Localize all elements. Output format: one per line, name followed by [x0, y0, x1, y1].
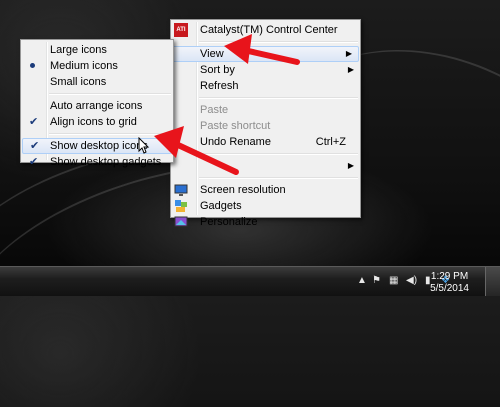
menu-separator [199, 97, 358, 99]
submenu-arrow-icon: ▶ [347, 65, 354, 74]
menu-item-auto-arrange-icons[interactable]: Auto arrange icons [21, 98, 173, 114]
submenu-arrow-icon: ▶ [347, 161, 354, 170]
menu-item-label: Align icons to grid [50, 116, 137, 128]
menu-item-label: Paste [200, 104, 229, 116]
menu-item-shortcut: Ctrl+Z [315, 136, 346, 148]
menu-item-label: Show desktop gadgets [50, 156, 162, 168]
menu-item-label: Medium icons [50, 60, 118, 72]
menu-item-small-icons[interactable]: Small icons [21, 74, 173, 90]
menu-item-gadgets[interactable]: Gadgets [171, 198, 360, 214]
show-hidden-icons-icon[interactable]: ▲ [357, 276, 367, 286]
menu-item-label: Screen resolution [200, 184, 286, 196]
view-submenu: Large icons Medium icons Small icons Aut… [20, 39, 174, 168]
menu-item-refresh[interactable]: Refresh [171, 78, 360, 94]
menu-item-show-desktop-gadgets[interactable]: ✔ Show desktop gadgets [21, 154, 173, 170]
ati-icon: ATI [174, 23, 188, 37]
radio-selected-icon [30, 63, 35, 68]
red-arrow-annotation [224, 34, 300, 65]
personalize-icon [174, 215, 188, 229]
menu-item-label: Show desktop icons [50, 140, 148, 152]
menu-separator [49, 93, 171, 95]
taskbar: ▲ ⚑ ▦ ◀) ▮ ❖ 1:29 PM 5/5/2014 [0, 266, 500, 296]
menu-item-large-icons[interactable]: Large icons [21, 42, 173, 58]
menu-item-label: View [200, 48, 224, 60]
menu-item-label: Personalize [200, 216, 258, 228]
checkmark-icon: ✔ [30, 140, 40, 152]
menu-item-paste[interactable]: Paste [171, 102, 360, 118]
menu-item-personalize[interactable]: Personalize [171, 214, 360, 230]
menu-item-label: Refresh [200, 80, 239, 92]
menu-item-align-icons-to-grid[interactable]: ✔ Align icons to grid [21, 114, 173, 130]
gadgets-icon [174, 199, 188, 213]
taskbar-clock[interactable]: 1:29 PM 5/5/2014 [430, 271, 469, 295]
menu-item-label: Auto arrange icons [50, 100, 143, 112]
clock-time: 1:29 PM [430, 271, 469, 282]
action-center-flag-icon[interactable]: ⚑ [372, 276, 381, 286]
show-desktop-button[interactable] [485, 267, 500, 296]
mouse-cursor-icon [138, 137, 150, 154]
clock-date: 5/5/2014 [430, 283, 469, 294]
screen-resolution-icon [174, 183, 188, 197]
network-icon[interactable]: ▦ [389, 276, 398, 286]
menu-item-medium-icons[interactable]: Medium icons [21, 58, 173, 74]
menu-item-screen-resolution[interactable]: Screen resolution [171, 182, 360, 198]
menu-item-label: Large icons [50, 44, 107, 56]
checkmark-icon: ✔ [29, 116, 39, 128]
menu-item-label: Gadgets [200, 200, 242, 212]
red-arrow-annotation [154, 126, 239, 175]
checkmark-icon: ✔ [29, 156, 39, 168]
volume-icon[interactable]: ◀) [406, 276, 417, 286]
submenu-arrow-icon: ▶ [345, 49, 352, 58]
menu-item-label: Small icons [50, 76, 107, 88]
